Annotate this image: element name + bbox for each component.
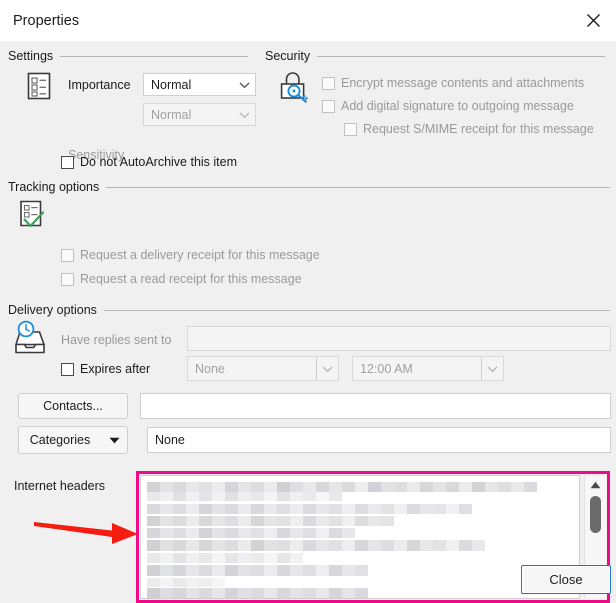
expires-time-select: 12:00 AM bbox=[352, 356, 504, 381]
expires-time-value: 12:00 AM bbox=[360, 361, 413, 376]
document-check-icon bbox=[18, 199, 52, 236]
close-glyph bbox=[586, 14, 600, 27]
expires-after-checkbox[interactable]: Expires after bbox=[61, 362, 150, 376]
have-replies-sent-to-label: Have replies sent to bbox=[61, 333, 172, 347]
importance-value: Normal bbox=[151, 77, 192, 92]
tracking-group-header: Tracking options bbox=[8, 180, 610, 194]
expires-date-select: None bbox=[187, 356, 339, 381]
digital-signature-label: Add digital signature to outgoing messag… bbox=[341, 99, 574, 113]
checkbox-box bbox=[61, 155, 74, 169]
encrypt-message-label: Encrypt message contents and attachments bbox=[341, 76, 585, 90]
delivery-group-header: Delivery options bbox=[8, 303, 610, 317]
checkbox-box bbox=[61, 272, 74, 286]
importance-label: Importance bbox=[68, 78, 131, 92]
do-not-autoarchive-label: Do not AutoArchive this item bbox=[80, 155, 238, 169]
checkbox-box bbox=[61, 248, 74, 262]
sensitivity-value: Normal bbox=[151, 107, 192, 122]
categories-button[interactable]: Categories bbox=[18, 426, 128, 454]
dialog-body: Settings Importance Normal Sensitivity N… bbox=[0, 41, 616, 603]
encrypt-message-checkbox: Encrypt message contents and attachments bbox=[322, 76, 584, 90]
security-rule bbox=[317, 55, 606, 57]
internet-headers-textarea[interactable] bbox=[140, 475, 580, 599]
internet-headers-label: Internet headers bbox=[14, 479, 106, 493]
checkbox-box bbox=[61, 362, 74, 376]
expires-date-value: None bbox=[195, 361, 225, 376]
do-not-autoarchive-checkbox[interactable]: Do not AutoArchive this item bbox=[61, 155, 237, 169]
expires-after-label: Expires after bbox=[80, 362, 151, 376]
inbox-clock-icon bbox=[13, 320, 53, 359]
sensitivity-select: Normal bbox=[143, 103, 256, 126]
categories-button-label: Categories bbox=[29, 433, 91, 447]
tracking-legend: Tracking options bbox=[8, 180, 100, 194]
read-receipt-checkbox: Request a read receipt for this message bbox=[61, 272, 302, 286]
form-list-icon bbox=[26, 71, 52, 104]
delivery-legend: Delivery options bbox=[8, 303, 97, 317]
settings-rule bbox=[60, 55, 249, 57]
smime-receipt-checkbox: Request S/MIME receipt for this message bbox=[344, 122, 594, 136]
categories-input[interactable]: None bbox=[147, 427, 611, 453]
contacts-button-label: Contacts... bbox=[43, 399, 103, 413]
have-replies-sent-to-input bbox=[187, 326, 611, 351]
importance-select[interactable]: Normal bbox=[143, 73, 256, 96]
chevron-down-icon bbox=[233, 81, 255, 89]
chevron-down-icon bbox=[481, 357, 503, 380]
chevron-down-icon bbox=[233, 111, 255, 119]
digital-signature-checkbox: Add digital signature to outgoing messag… bbox=[322, 99, 574, 113]
close-icon[interactable] bbox=[570, 0, 616, 41]
caret-down-icon bbox=[101, 437, 127, 444]
window-titlebar: Properties bbox=[0, 0, 616, 41]
settings-legend: Settings bbox=[8, 49, 54, 63]
chevron-down-icon bbox=[316, 357, 338, 380]
delivery-receipt-checkbox: Request a delivery receipt for this mess… bbox=[61, 248, 320, 262]
checkbox-box bbox=[322, 99, 335, 113]
contacts-input[interactable] bbox=[140, 393, 611, 419]
security-group-header: Security bbox=[265, 49, 610, 63]
read-receipt-label: Request a read receipt for this message bbox=[80, 272, 302, 286]
delivery-receipt-label: Request a delivery receipt for this mess… bbox=[80, 248, 320, 262]
scroll-up-arrow-icon[interactable] bbox=[585, 476, 606, 494]
delivery-rule bbox=[103, 309, 610, 311]
security-legend: Security bbox=[265, 49, 311, 63]
close-button[interactable]: Close bbox=[521, 565, 611, 594]
scroll-thumb[interactable] bbox=[590, 496, 601, 533]
window-title: Properties bbox=[13, 12, 80, 29]
categories-value: None bbox=[155, 433, 185, 447]
smime-receipt-label: Request S/MIME receipt for this message bbox=[363, 122, 594, 136]
close-button-label: Close bbox=[549, 572, 583, 587]
settings-group-header: Settings bbox=[8, 49, 254, 63]
checkbox-box bbox=[322, 76, 335, 90]
tracking-rule bbox=[106, 186, 610, 188]
blurred-headers-content bbox=[141, 476, 579, 598]
contacts-button[interactable]: Contacts... bbox=[18, 393, 128, 419]
checkbox-box bbox=[344, 122, 357, 136]
red-arrow-icon bbox=[34, 522, 138, 544]
lock-key-icon bbox=[279, 71, 313, 106]
